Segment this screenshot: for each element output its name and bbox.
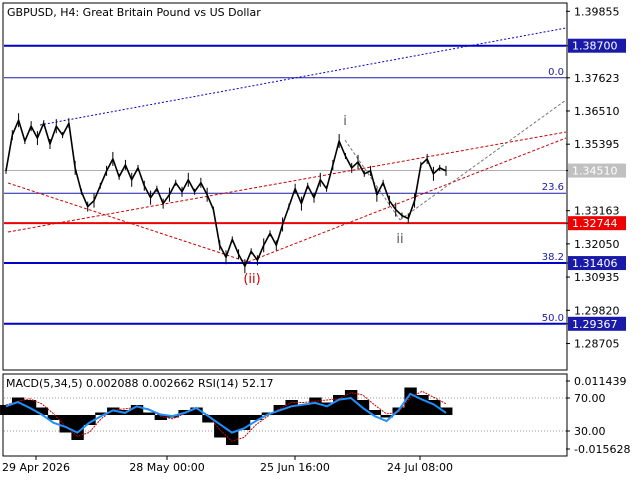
wave-label: i [343,114,347,129]
fib-level-label: 0.0 [548,67,564,78]
macd-bar [71,415,84,440]
time-axis-label: 25 Jun 16:00 [260,461,330,474]
macd-bar [214,415,227,438]
price-axis-label: 1.32744 [572,217,618,230]
price-axis-label: 1.37623 [574,72,620,85]
macd-bar [11,397,25,415]
price-axis-label: 1.29820 [574,304,620,317]
time-axis-label: 29 Apr 2026 [2,461,70,474]
indicator-title: MACD(5,34,5) 0.002088 0.002662 RSI(14) 5… [6,377,273,390]
price-axis-label: 1.35395 [574,138,620,151]
chart-title: GBPUSD, H4: Great Britain Pound vs US Do… [7,6,261,19]
macd-bar [404,387,417,415]
chart-root: 0.023.638.250.0 iii(ii) 1.398551.387001.… [0,0,640,480]
price-axis-label: 1.31406 [572,257,618,270]
price-axis-label: 1.36510 [574,105,620,118]
wave-label: ii [396,232,403,247]
time-axis-label: 24 Jul 08:00 [387,461,453,474]
macd-bar [297,405,310,415]
wave-label: (ii) [243,272,260,287]
indicator-axis-label: -0.015628 [574,443,630,456]
indicator-axis-label: 30.00 [574,425,606,438]
price-axis-label: 1.39855 [574,5,620,18]
price-axis-label: 1.33163 [574,205,620,218]
price-axis-label: 1.29367 [572,318,618,331]
price-axis-label: 1.28705 [574,338,620,351]
fib-level-label: 23.6 [542,182,564,193]
indicator-axis-label: 0.011439 [574,375,627,388]
price-axis-label: 1.32050 [574,238,620,251]
price-axis-label: 1.30935 [574,271,620,284]
indicator-axis-label: 70.00 [574,392,606,405]
macd-bar [309,397,322,415]
time-axis-label: 28 May 00:00 [129,461,204,474]
price-axis-label: 1.34510 [572,165,618,178]
fib-level-label: 38.2 [542,252,564,263]
price-axis-label: 1.38700 [572,40,618,53]
macd-bar [142,412,156,415]
fib-level-label: 50.0 [542,313,564,324]
